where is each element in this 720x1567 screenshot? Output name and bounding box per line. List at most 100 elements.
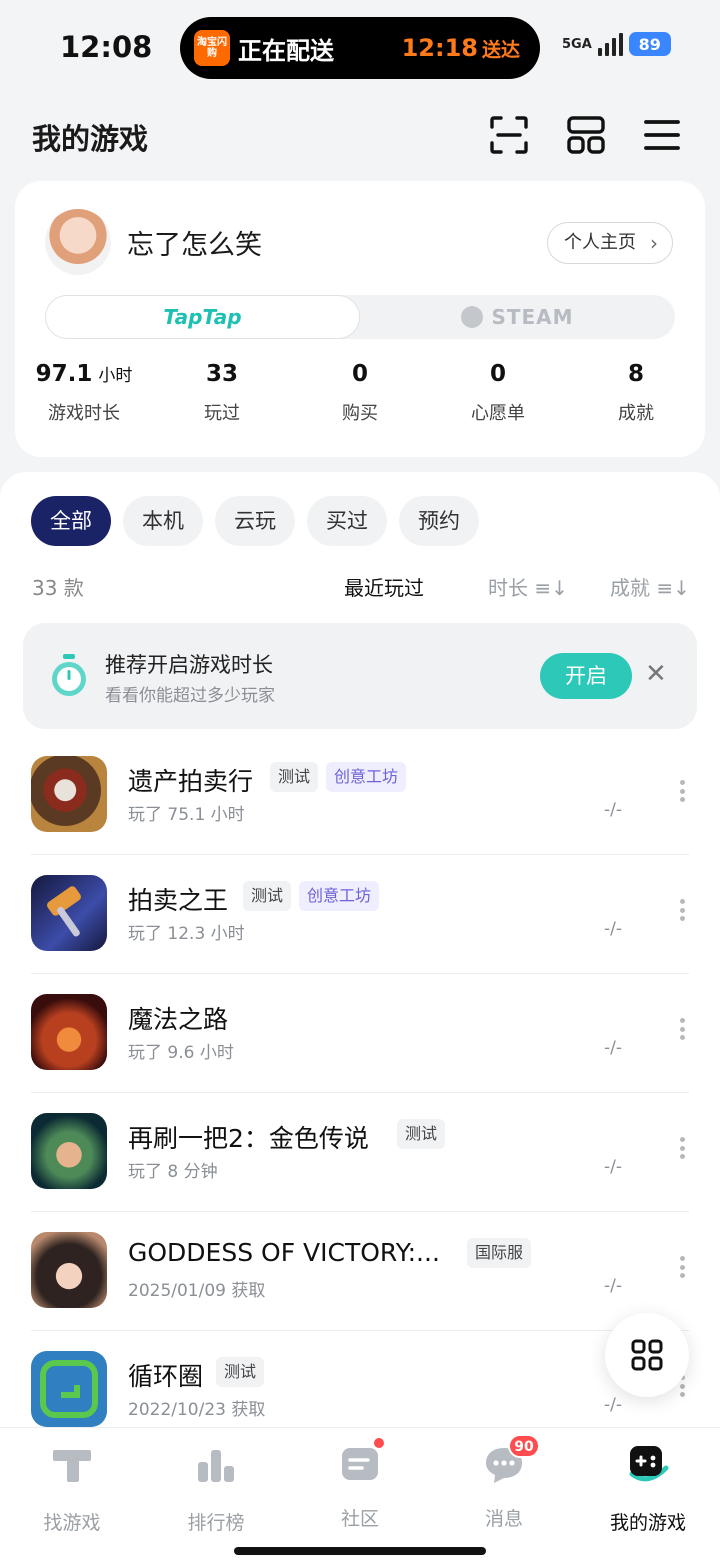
nav-ranking[interactable]: 排行榜 [144, 1442, 288, 1535]
stat-label: 游戏时长 [48, 403, 120, 424]
game-score: -/- [604, 1038, 622, 1058]
filter-reserved[interactable]: 预约 [399, 496, 479, 546]
game-playtime: 玩了 12.3 小时 [128, 924, 245, 944]
game-count: 33 款 [32, 576, 84, 600]
nav-label: 找游戏 [43, 1512, 101, 1534]
game-name: 遗产拍卖行 [128, 767, 254, 796]
more-options-icon[interactable] [680, 1018, 686, 1040]
profile-link-button[interactable]: 个人主页 › [547, 222, 673, 264]
dynamic-island-delivery[interactable]: 淘宝闪购 正在配送 12:18 送达 [180, 17, 540, 79]
game-tags: 测试 创意工坊 [243, 881, 380, 911]
scan-icon[interactable] [488, 114, 530, 156]
game-name: 再刷一把2：金色传说 [128, 1124, 369, 1153]
nav-my-games[interactable]: 我的游戏 [576, 1442, 720, 1535]
stat-played[interactable]: 33 玩过 [153, 361, 291, 431]
magic-road-icon [31, 994, 107, 1070]
filter-cloud[interactable]: 云玩 [215, 496, 295, 546]
stat-achievements[interactable]: 8 成就 [567, 361, 705, 431]
system-icons: 5GA 89 [562, 32, 671, 56]
game-name: 魔法之路 [128, 1005, 229, 1034]
stat-label: 购买 [342, 403, 378, 424]
battery-icon: 89 [628, 32, 671, 56]
nav-messages[interactable]: 90 消息 [432, 1434, 576, 1531]
tip-subtitle: 看看你能超过多少玩家 [105, 686, 275, 706]
profile-card: 忘了怎么笑 个人主页 › TapTap STEAM 97.1 小时 游戏时长 33… [15, 181, 705, 457]
sort-duration[interactable]: 时长 ≡↓ [488, 572, 568, 601]
game-score: -/- [604, 800, 622, 820]
nav-community[interactable]: 社区 [288, 1436, 432, 1531]
sort-order-icon: ≡↓ [534, 576, 568, 600]
game-row[interactable]: 拍卖之王 测试 创意工坊 玩了 12.3 小时 -/- [0, 855, 720, 974]
tag-beta: 测试 [270, 762, 319, 792]
game-name: 循环圈 [128, 1362, 204, 1391]
loop-circle-icon [31, 1351, 107, 1427]
game-library-panel: 全部 本机 云玩 买过 预约 33 款 最近玩过 时长 ≡↓ 成就 ≡↓ 推荐开… [0, 472, 720, 1472]
game-playtime: 玩了 8 分钟 [128, 1162, 218, 1182]
sort-achievement[interactable]: 成就 ≡↓ [610, 572, 690, 601]
taobao-flash-logo-icon: 淘宝闪购 [194, 30, 230, 66]
nav-label: 我的游戏 [609, 1512, 686, 1534]
tag-workshop: 创意工坊 [326, 762, 407, 792]
close-icon[interactable]: ✕ [645, 661, 667, 687]
game-playtime: 玩了 9.6 小时 [128, 1043, 234, 1063]
goddess-portrait-icon [31, 1232, 107, 1308]
nav-label: 排行榜 [187, 1512, 245, 1534]
game-tags: 测试 [397, 1119, 446, 1149]
tab-taptap[interactable]: TapTap [45, 295, 360, 339]
tab-steam[interactable]: STEAM [360, 295, 675, 339]
taptap-logo-icon [53, 1450, 91, 1482]
platform-toggle: TapTap STEAM [45, 295, 675, 339]
game-row[interactable]: 魔法之路 玩了 9.6 小时 -/- [0, 974, 720, 1093]
game-row[interactable]: 遗产拍卖行 测试 创意工坊 玩了 75.1 小时 -/- [0, 736, 720, 855]
tag-beta: 测试 [243, 881, 292, 911]
auction-magnifier-icon [31, 756, 107, 832]
more-options-icon[interactable] [680, 899, 686, 921]
stat-label: 心愿单 [471, 403, 525, 424]
enable-playtime-button[interactable]: 开启 [540, 653, 632, 699]
status-bar: 12:08 淘宝闪购 正在配送 12:18 送达 5GA 89 [0, 0, 720, 96]
game-tags: 测试 [216, 1357, 265, 1387]
sort-recent[interactable]: 最近玩过 [344, 572, 424, 601]
filter-local[interactable]: 本机 [123, 496, 203, 546]
community-icon [338, 1436, 386, 1486]
stopwatch-icon [52, 654, 86, 696]
home-indicator[interactable] [234, 1547, 486, 1555]
game-acquired-date: 2022/10/23 获取 [128, 1400, 266, 1420]
more-options-icon[interactable] [680, 780, 686, 802]
game-tags: 国际服 [467, 1238, 532, 1268]
filter-chips: 全部 本机 云玩 买过 预约 [31, 496, 479, 546]
tag-global-server: 国际服 [467, 1238, 532, 1268]
hero-portrait-icon [31, 1113, 107, 1189]
game-playtime: 玩了 75.1 小时 [128, 805, 245, 825]
stat-wishlist[interactable]: 0 心愿单 [429, 361, 567, 431]
nav-label: 消息 [484, 1508, 523, 1530]
playtime-tip-banner: 推荐开启游戏时长 看看你能超过多少玩家 开启 ✕ [23, 623, 697, 729]
message-icon: 90 [482, 1434, 540, 1486]
layout-icon[interactable] [565, 114, 607, 156]
grid-view-button[interactable] [605, 1313, 689, 1397]
sort-duration-label: 时长 [488, 576, 528, 600]
bottom-nav: 找游戏 排行榜 社区 90 消息 我的游戏 [0, 1427, 720, 1567]
game-row[interactable]: 再刷一把2：金色传说 测试 玩了 8 分钟 -/- [0, 1093, 720, 1212]
game-score: -/- [604, 1157, 622, 1177]
more-options-icon[interactable] [680, 1137, 686, 1159]
game-name: 拍卖之王 [128, 886, 229, 915]
filter-all[interactable]: 全部 [31, 496, 111, 546]
nav-find-games[interactable]: 找游戏 [0, 1442, 144, 1535]
stat-playtime[interactable]: 97.1 小时 游戏时长 [15, 361, 153, 431]
game-score: -/- [604, 919, 622, 939]
game-score: -/- [604, 1395, 622, 1415]
sort-achievement-label: 成就 [610, 576, 650, 600]
tab-steam-label: STEAM [491, 305, 574, 329]
notification-dot [372, 1436, 386, 1450]
more-options-icon[interactable] [680, 1256, 686, 1278]
stat-purchased[interactable]: 0 购买 [291, 361, 429, 431]
avatar[interactable] [45, 209, 111, 275]
profile-stats: 97.1 小时 游戏时长 33 玩过 0 购买 0 心愿单 8 成就 [15, 361, 705, 431]
stat-unit: 小时 [98, 366, 133, 386]
status-time: 12:08 [60, 30, 153, 64]
game-row[interactable]: GODDESS OF VICTORY:... 国际服 2025/01/09 获取… [0, 1212, 720, 1331]
page-title: 我的游戏 [32, 122, 149, 156]
menu-icon[interactable] [641, 114, 683, 156]
filter-bought[interactable]: 买过 [307, 496, 387, 546]
